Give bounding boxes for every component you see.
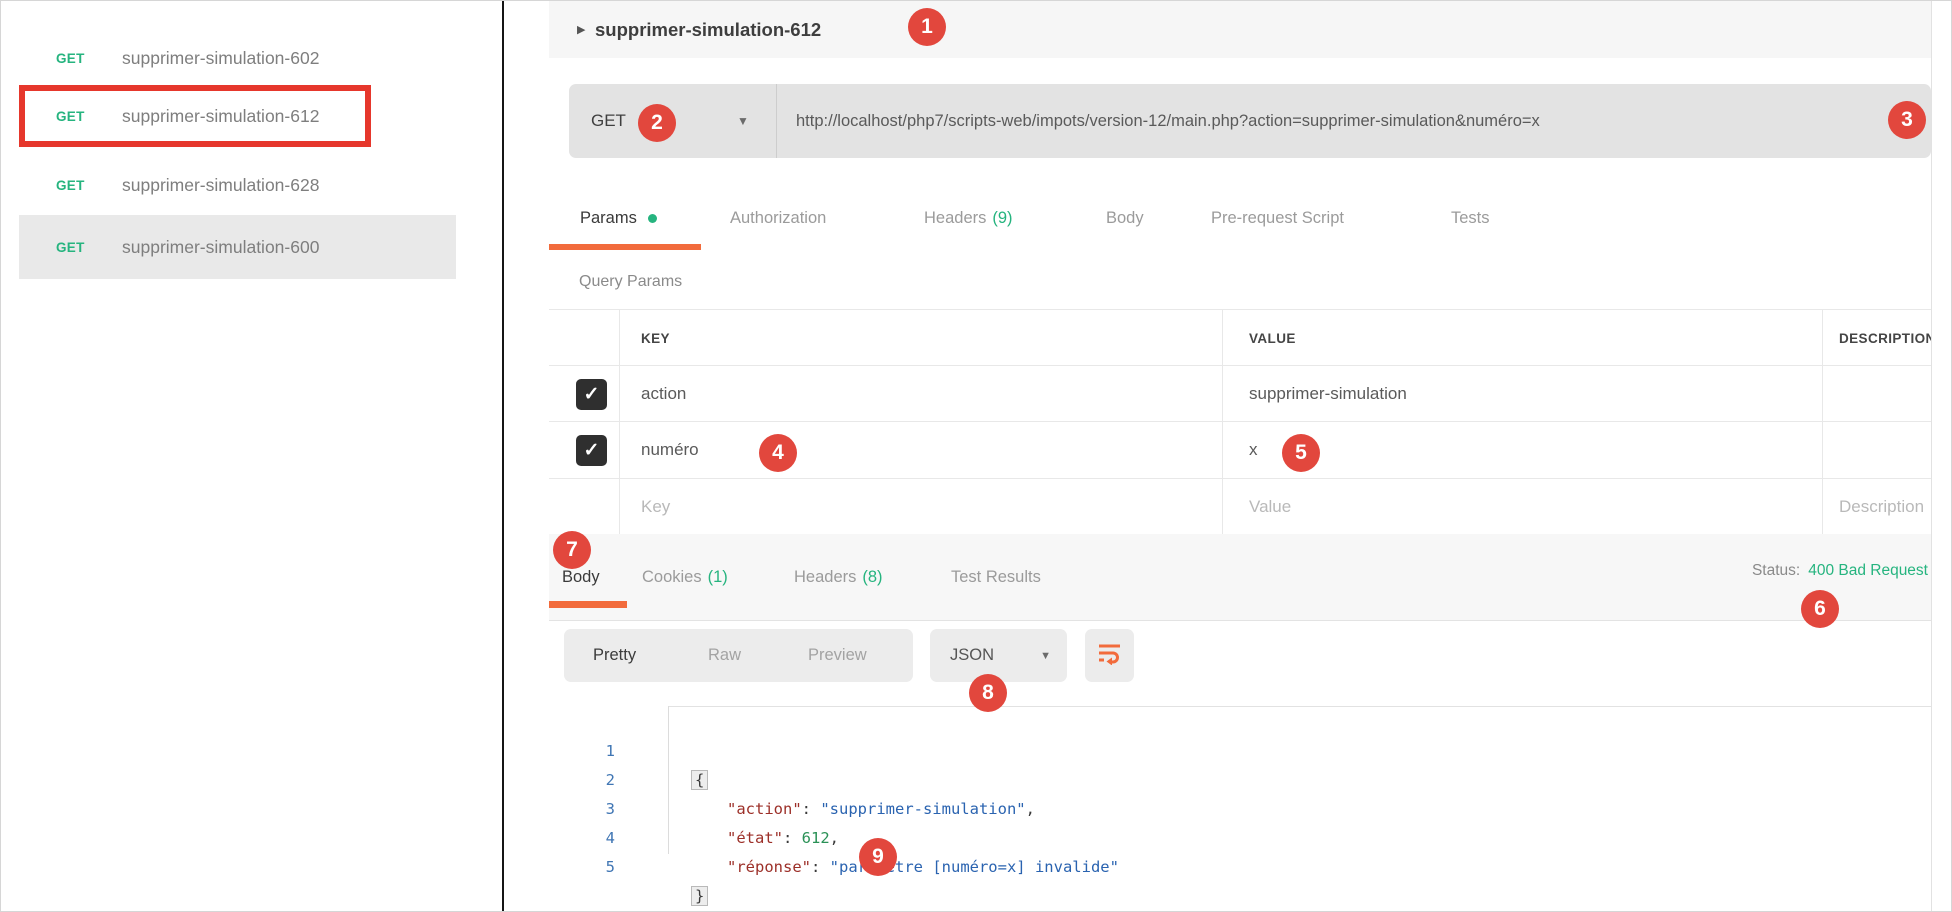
row-checkbox[interactable]: ✓ — [576, 435, 607, 466]
view-raw-button[interactable]: Raw — [708, 629, 741, 682]
param-key-placeholder[interactable]: Key — [641, 479, 670, 534]
table-row: ✓ action supprimer-simulation — [549, 367, 1931, 422]
param-key-cell[interactable]: numéro — [641, 422, 699, 478]
wrap-text-button[interactable] — [1085, 629, 1134, 682]
request-title: supprimer-simulation-612 — [595, 1, 821, 58]
status-value: 400 Bad Request — [1808, 562, 1928, 580]
sidebar-item-label: supprimer-simulation-628 — [122, 175, 319, 196]
tab-label: Headers — [924, 209, 986, 228]
tab-label: Cookies — [642, 568, 702, 587]
param-key-cell[interactable]: action — [641, 367, 686, 421]
annotation-3: 3 — [1888, 101, 1926, 139]
annotation-9: 9 — [859, 838, 897, 876]
code-line: 1 { — [549, 708, 1931, 737]
view-pretty-button[interactable]: Pretty — [593, 629, 636, 682]
request-panel: ▶ supprimer-simulation-612 GET ▼ http://… — [549, 1, 1932, 911]
tab-label: Params — [580, 209, 637, 228]
chevron-down-icon[interactable]: ▼ — [737, 84, 749, 158]
tab-label: Tests — [1451, 209, 1490, 228]
param-value-cell[interactable]: supprimer-simulation — [1249, 367, 1407, 421]
tab-params[interactable]: Params — [580, 194, 657, 242]
sidebar-item-supprimer-simulation-600[interactable]: GET supprimer-simulation-600 — [19, 215, 456, 279]
status-label: Status: — [1752, 562, 1800, 580]
column-header-key: KEY — [641, 310, 670, 366]
sidebar-item-supprimer-simulation-628[interactable]: GET supprimer-simulation-628 — [19, 154, 456, 216]
sidebar-item-supprimer-simulation-602[interactable]: GET supprimer-simulation-602 — [19, 27, 456, 89]
query-params-table: KEY VALUE DESCRIPTION ✓ action supprimer… — [549, 309, 1931, 534]
annotation-2: 2 — [638, 104, 676, 142]
wrap-text-icon — [1096, 641, 1123, 670]
table-placeholder-row: Key Value Description — [549, 479, 1931, 534]
disclosure-triangle-icon[interactable]: ▶ — [577, 1, 585, 58]
view-mode-switch: Pretty Raw Preview — [564, 629, 913, 682]
tab-headers[interactable]: Headers (9) — [924, 194, 1013, 242]
chevron-down-icon: ▼ — [1040, 629, 1051, 682]
method-selector[interactable]: GET — [591, 84, 626, 158]
column-header-description: DESCRIPTION — [1839, 310, 1932, 366]
code-line: 3 "état": 612, — [549, 766, 1931, 795]
code-line: 4 "réponse": "paramètre [numéro=x] inval… — [549, 795, 1931, 824]
collection-sidebar: GET supprimer-simulation-602 GET supprim… — [1, 1, 502, 911]
annotation-4: 4 — [759, 434, 797, 472]
divider — [776, 84, 777, 158]
response-body-viewer: 1 { 2 "action": "supprimer-simulation", … — [549, 706, 1931, 876]
param-value-cell[interactable]: x — [1249, 422, 1258, 478]
tab-count: (9) — [992, 209, 1012, 228]
row-checkbox[interactable]: ✓ — [576, 379, 607, 410]
tab-body[interactable]: Body — [1106, 194, 1144, 242]
tab-tests[interactable]: Tests — [1451, 194, 1490, 242]
param-description-placeholder[interactable]: Description — [1839, 479, 1924, 534]
tab-count: (8) — [862, 568, 882, 587]
tab-count: (1) — [708, 568, 728, 587]
code-line: 2 "action": "supprimer-simulation", — [549, 737, 1931, 766]
tab-label: Body — [562, 568, 600, 587]
url-bar: GET ▼ http://localhost/php7/scripts-web/… — [569, 84, 1931, 158]
sidebar-item-label: supprimer-simulation-602 — [122, 48, 319, 69]
app-window: GET supprimer-simulation-602 GET supprim… — [0, 0, 1952, 912]
check-icon: ✓ — [584, 383, 600, 406]
tab-label: Test Results — [951, 568, 1041, 587]
check-icon: ✓ — [584, 439, 600, 462]
code-line: 5 } — [549, 824, 1931, 853]
tab-pre-request-script[interactable]: Pre-request Script — [1211, 194, 1344, 242]
tab-authorization[interactable]: Authorization — [730, 194, 826, 242]
format-dropdown[interactable]: JSON ▼ — [930, 629, 1067, 682]
response-tab-headers[interactable]: Headers (8) — [794, 546, 883, 608]
annotation-5: 5 — [1282, 434, 1320, 472]
params-active-dot — [648, 214, 657, 223]
line-number: 5 — [549, 853, 615, 882]
tab-label: Body — [1106, 209, 1144, 228]
method-badge: GET — [56, 178, 122, 193]
table-header-row: KEY VALUE DESCRIPTION — [549, 310, 1931, 366]
url-input[interactable]: http://localhost/php7/scripts-web/impots… — [796, 84, 1540, 158]
active-tab-underline — [549, 244, 701, 250]
tab-label: Authorization — [730, 209, 826, 228]
divider — [668, 706, 1931, 707]
pane-divider[interactable] — [502, 1, 504, 911]
request-title-row: ▶ supprimer-simulation-612 — [549, 1, 1931, 58]
table-row: ✓ numéro x — [549, 422, 1931, 479]
response-status: Status: 400 Bad Request — [1752, 534, 1928, 608]
column-header-value: VALUE — [1249, 310, 1296, 366]
annotation-6: 6 — [1801, 590, 1839, 628]
tab-label: Pre-request Script — [1211, 209, 1344, 228]
sidebar-item-label: supprimer-simulation-600 — [122, 237, 319, 258]
method-badge: GET — [56, 51, 122, 66]
annotation-highlight-box — [19, 85, 371, 147]
annotation-8: 8 — [969, 674, 1007, 712]
annotation-7: 7 — [553, 531, 591, 569]
response-tab-cookies[interactable]: Cookies (1) — [642, 546, 728, 608]
method-badge: GET — [56, 240, 122, 255]
param-value-placeholder[interactable]: Value — [1249, 479, 1291, 534]
tab-label: Headers — [794, 568, 856, 587]
active-tab-underline — [549, 601, 627, 608]
view-preview-button[interactable]: Preview — [808, 629, 867, 682]
query-params-heading: Query Params — [579, 273, 682, 291]
response-tab-test-results[interactable]: Test Results — [951, 546, 1041, 608]
response-header: Body Cookies (1) Headers (8) Test Result… — [549, 534, 1931, 621]
annotation-1: 1 — [908, 8, 946, 46]
